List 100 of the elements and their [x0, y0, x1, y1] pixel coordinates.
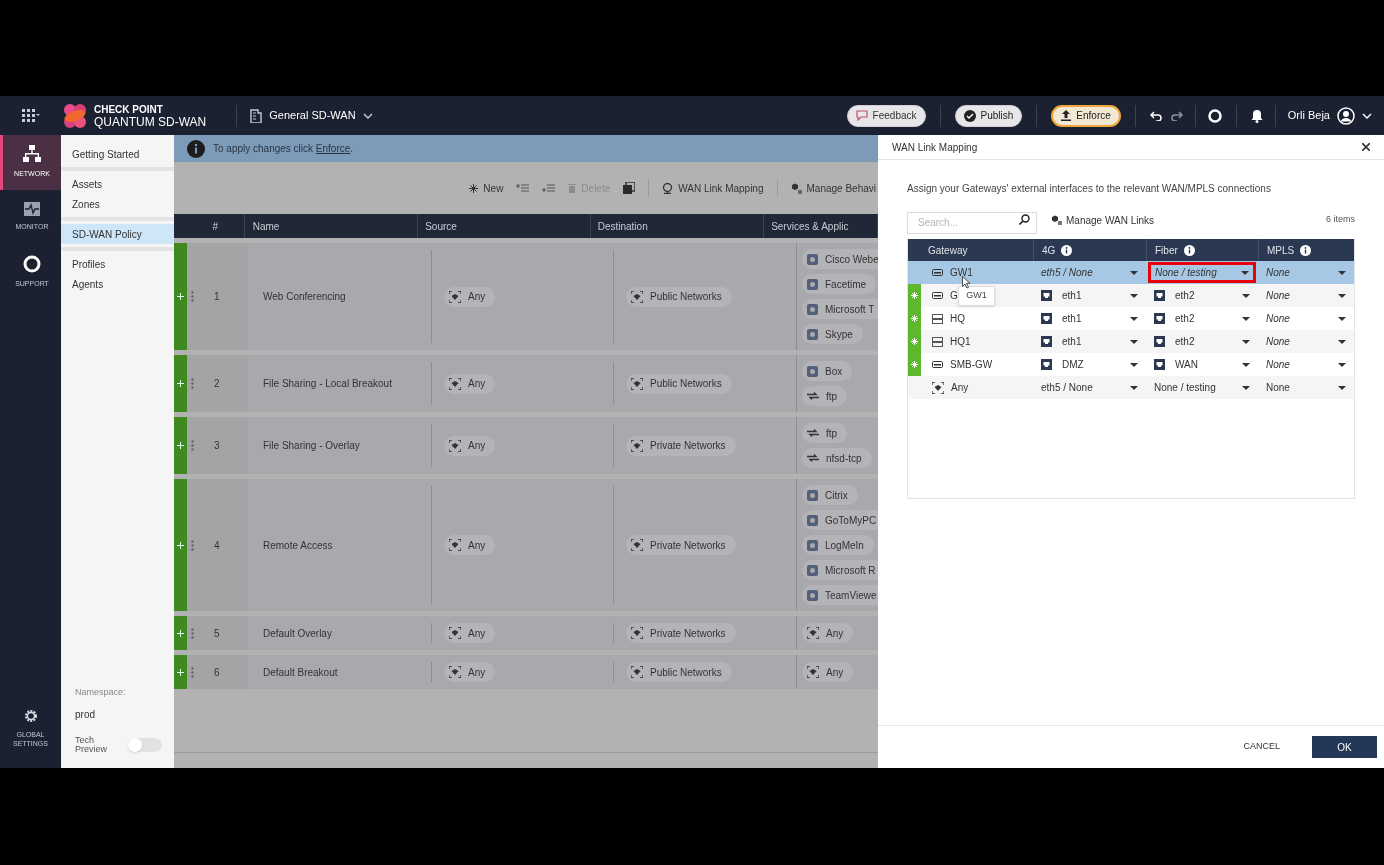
- interface-dropdown[interactable]: WAN: [1154, 357, 1250, 372]
- service-chip[interactable]: ftp: [802, 423, 848, 443]
- service-chip[interactable]: Microsoft R: [802, 560, 878, 580]
- mapping-row[interactable]: GW1 eth5 / None None / testing None: [908, 261, 1354, 284]
- copy-icon[interactable]: [623, 182, 636, 194]
- policy-row[interactable]: 5 Default Overlay Any Private Networks Any: [174, 616, 878, 650]
- interface-dropdown[interactable]: eth1: [1041, 288, 1138, 303]
- mapping-row[interactable]: Any eth5 / None None / testing None: [908, 376, 1354, 399]
- source-chip[interactable]: Any: [444, 535, 496, 555]
- policy-selector[interactable]: General SD-WAN: [250, 107, 373, 124]
- avatar-icon[interactable]: [1337, 106, 1355, 125]
- drag-handle-icon[interactable]: [191, 440, 194, 451]
- info-icon: [187, 139, 205, 158]
- service-chip[interactable]: nfsd-tcp: [802, 448, 872, 468]
- interface-dropdown[interactable]: None / testing: [1154, 380, 1250, 395]
- destination-chip[interactable]: Public Networks: [626, 662, 732, 682]
- service-chip[interactable]: GoToMyPC: [802, 510, 878, 530]
- destination-chip[interactable]: Private Networks: [626, 435, 736, 456]
- source-chip[interactable]: Any: [444, 435, 496, 456]
- source-chip[interactable]: Any: [444, 623, 496, 643]
- drag-handle-icon[interactable]: [191, 539, 194, 551]
- undo-icon[interactable]: [1149, 110, 1162, 121]
- rule-number: 6: [214, 665, 220, 680]
- service-chip[interactable]: TeamViewe: [802, 585, 878, 605]
- interface-dropdown[interactable]: None: [1266, 311, 1346, 326]
- source-chip[interactable]: Any: [444, 373, 496, 394]
- service-chip[interactable]: ftp: [802, 386, 848, 406]
- gateway-name: HQ: [950, 312, 965, 326]
- drag-handle-icon[interactable]: [191, 627, 194, 639]
- service-chip[interactable]: Skype: [802, 324, 863, 344]
- interface-dropdown[interactable]: None: [1266, 357, 1346, 372]
- service-chip[interactable]: Cisco Webe: [802, 249, 878, 269]
- behavior-button[interactable]: Manage Behavi: [790, 180, 876, 196]
- policy-row[interactable]: 4 Remote Access Any Private Networks Citrix GoToMyPC LogMeIn Microsoft R TeamViewe: [174, 479, 878, 611]
- cursor-icon: [962, 276, 971, 289]
- publish-button[interactable]: Publish: [954, 104, 1023, 127]
- sub-nav-item[interactable]: SD-WAN Policy: [61, 224, 174, 244]
- service-chip[interactable]: Facetime: [802, 274, 877, 294]
- interface-dropdown[interactable]: None: [1266, 380, 1346, 395]
- manage-wan-links-button[interactable]: Manage WAN Links: [1052, 212, 1154, 228]
- policy-row[interactable]: 6 Default Breakout Any Public Networks Any: [174, 655, 878, 689]
- interface-dropdown[interactable]: None: [1266, 265, 1346, 280]
- user-name[interactable]: Orli Beja: [1287, 107, 1330, 124]
- mapping-row[interactable]: HQ1 eth1 eth2 None: [908, 330, 1354, 353]
- rule-number: 4: [214, 538, 220, 553]
- policy-row[interactable]: 1 Web Conferencing Any Public Networks Cisco Webe Facetime Microsoft T Skype: [174, 243, 878, 350]
- new-button[interactable]: New: [469, 180, 504, 196]
- service-chip[interactable]: Citrix: [802, 485, 858, 505]
- feedback-button[interactable]: Feedback: [846, 104, 926, 127]
- interface-dropdown[interactable]: eth2: [1154, 288, 1250, 303]
- sub-nav-item[interactable]: Agents: [61, 274, 174, 294]
- info-icon: [1183, 244, 1195, 256]
- service-icon: [807, 454, 819, 462]
- destination-chip[interactable]: Public Networks: [626, 286, 732, 307]
- service-chip[interactable]: Box: [802, 361, 853, 381]
- sub-nav-item[interactable]: Getting Started: [61, 144, 174, 164]
- column-header: Destination: [597, 219, 648, 234]
- insert-below-icon[interactable]: [542, 184, 556, 192]
- redo-icon[interactable]: [1170, 110, 1183, 121]
- caret-icon: [1130, 316, 1138, 321]
- cancel-button[interactable]: CANCEL: [1233, 736, 1290, 758]
- enforce-button[interactable]: Enforce: [1051, 104, 1121, 127]
- interface-dropdown[interactable]: eth5 / None: [1041, 265, 1138, 280]
- bell-icon[interactable]: [1250, 108, 1263, 123]
- interface-dropdown[interactable]: None: [1266, 288, 1346, 303]
- source-chip[interactable]: Any: [444, 286, 496, 307]
- source-chip[interactable]: Any: [444, 662, 496, 682]
- search-field[interactable]: Search...: [907, 211, 1037, 234]
- interface-dropdown[interactable]: None: [1266, 334, 1346, 349]
- interface-dropdown[interactable]: eth2: [1154, 334, 1250, 349]
- destination-chip[interactable]: Public Networks: [626, 373, 732, 394]
- service-icon: [807, 429, 819, 437]
- interface-dropdown[interactable]: eth2: [1154, 311, 1250, 326]
- interface-dropdown[interactable]: None / testing: [1148, 262, 1256, 283]
- service-chip[interactable]: LogMeIn: [802, 535, 874, 555]
- rule-name: File Sharing - Local Breakout: [263, 377, 392, 391]
- tech-preview-toggle[interactable]: [128, 738, 162, 752]
- service-chip[interactable]: Any: [802, 662, 854, 682]
- close-icon[interactable]: [1362, 143, 1370, 151]
- interface-dropdown[interactable]: eth1: [1041, 334, 1138, 349]
- destination-chip[interactable]: Private Networks: [626, 535, 736, 555]
- drag-handle-icon[interactable]: [191, 666, 194, 678]
- insert-above-icon[interactable]: [516, 184, 530, 192]
- ok-button[interactable]: OK: [1312, 736, 1377, 758]
- service-chip[interactable]: Microsoft T: [802, 299, 878, 319]
- interface-dropdown[interactable]: eth5 / None: [1041, 380, 1138, 395]
- wan-button[interactable]: WAN Link Mapping: [662, 180, 764, 196]
- service-chip[interactable]: Any: [802, 623, 854, 643]
- policy-row[interactable]: 3 File Sharing - Overlay Any Private Networks ftp nfsd-tcp: [174, 417, 878, 474]
- sub-nav-item[interactable]: Assets: [61, 174, 174, 194]
- interface-dropdown[interactable]: eth1: [1041, 311, 1138, 326]
- interface-dropdown[interactable]: DMZ: [1041, 357, 1138, 372]
- policy-row[interactable]: 2 File Sharing - Local Breakout Any Public Networks Box ftp: [174, 355, 878, 412]
- sub-nav-item[interactable]: Zones: [61, 194, 174, 214]
- drag-handle-icon[interactable]: [191, 378, 194, 389]
- sub-nav-item[interactable]: Profiles: [61, 254, 174, 274]
- drag-handle-icon[interactable]: [191, 291, 194, 302]
- destination-chip[interactable]: Private Networks: [626, 623, 736, 643]
- logo-icon: [62, 102, 88, 129]
- app-grid-icon[interactable]: [21, 108, 40, 123]
